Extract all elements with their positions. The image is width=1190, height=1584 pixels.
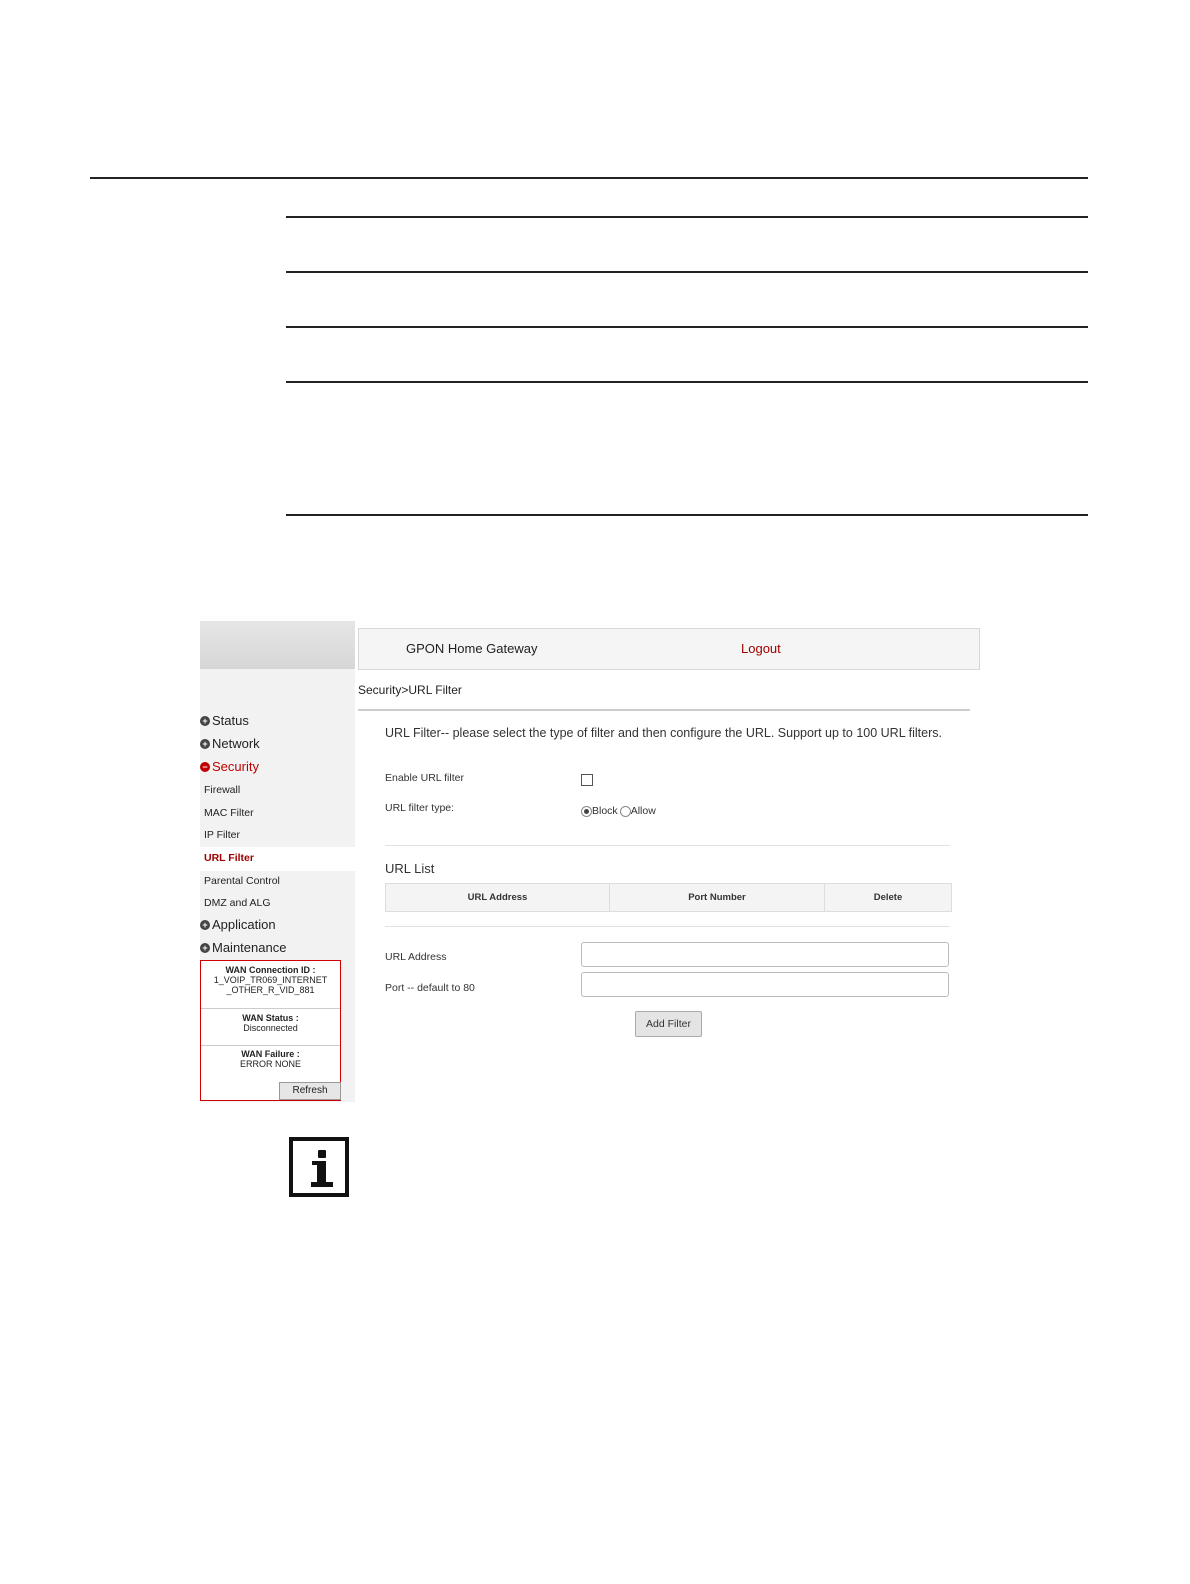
add-filter-button[interactable]: Add Filter — [635, 1011, 702, 1037]
url-filter-type-label: URL filter type: — [385, 802, 455, 814]
sidebar-sub-firewall[interactable]: Firewall — [204, 784, 240, 796]
block-radio-label: Block — [592, 805, 618, 817]
breadcrumb: Security>URL Filter — [358, 683, 462, 697]
column-header-port-number: Port Number — [610, 884, 825, 911]
block-radio[interactable] — [581, 805, 592, 817]
app-header: GPON Home Gateway Logout — [358, 628, 980, 670]
sidebar-header — [200, 621, 355, 669]
allow-radio-label: Allow — [630, 805, 656, 817]
sidebar-item-label: Maintenance — [212, 940, 287, 955]
sidebar-item-maintenance[interactable]: + Maintenance — [200, 940, 286, 955]
url-address-label: URL Address — [385, 951, 447, 963]
sidebar-sub-mac-filter[interactable]: MAC Filter — [204, 807, 254, 819]
sidebar-item-label: Application — [212, 917, 276, 932]
url-list-table-header: URL Address Port Number Delete — [385, 883, 952, 912]
app-title: GPON Home Gateway — [406, 641, 538, 656]
enable-url-filter-checkbox[interactable] — [581, 774, 593, 786]
plus-icon: + — [200, 738, 210, 749]
table-rule-3 — [286, 326, 1088, 328]
wan-failure: WAN Failure : ERROR NONE — [201, 1049, 340, 1069]
sidebar-sub-url-filter[interactable]: URL Filter — [204, 852, 254, 864]
wan-connection-id-label: WAN Connection ID : — [225, 965, 316, 975]
router-screenshot: + Status + Network − Security Firewall M… — [200, 621, 980, 1102]
section-divider — [385, 926, 950, 927]
sidebar: + Status + Network − Security Firewall M… — [200, 621, 355, 1102]
table-rule-2 — [286, 271, 1088, 273]
url-address-input[interactable] — [581, 942, 949, 967]
column-header-delete: Delete — [873, 892, 903, 903]
allow-radio[interactable] — [619, 805, 631, 817]
url-list-title: URL List — [385, 861, 435, 876]
enable-url-filter-label: Enable URL filter — [385, 772, 464, 784]
wan-status-label: WAN Status : — [242, 1013, 299, 1023]
table-rule-1 — [286, 216, 1088, 218]
info-icon-stem — [317, 1161, 326, 1183]
plus-icon: + — [200, 715, 210, 726]
info-icon-dot — [318, 1150, 326, 1158]
breadcrumb-divider — [358, 709, 970, 711]
sidebar-sub-ip-filter[interactable]: IP Filter — [204, 829, 240, 841]
minus-icon: − — [200, 761, 210, 772]
sidebar-item-label: Network — [212, 736, 260, 751]
plus-icon: + — [200, 942, 210, 953]
plus-icon: + — [200, 919, 210, 930]
wan-failure-value: ERROR NONE — [239, 1059, 301, 1069]
wan-connection-id: WAN Connection ID : 1_VOIP_TR069_INTERNE… — [201, 965, 340, 995]
sidebar-item-label: Status — [212, 713, 249, 728]
sidebar-item-security[interactable]: − Security — [200, 759, 259, 774]
port-input[interactable] — [581, 972, 949, 997]
table-rule-4 — [286, 381, 1088, 383]
port-label: Port -- default to 80 — [385, 982, 475, 994]
info-icon-base — [311, 1182, 333, 1187]
sidebar-item-status[interactable]: + Status — [200, 713, 249, 728]
wan-status-panel: WAN Connection ID : 1_VOIP_TR069_INTERNE… — [200, 960, 341, 1101]
sidebar-item-label: Security — [212, 759, 259, 774]
refresh-button[interactable]: Refresh — [279, 1082, 341, 1100]
section-divider — [385, 845, 950, 846]
sidebar-sub-dmz-alg[interactable]: DMZ and ALG — [204, 897, 271, 909]
table-rule-5 — [286, 514, 1088, 516]
sidebar-item-application[interactable]: + Application — [200, 917, 276, 932]
info-icon — [289, 1137, 349, 1197]
page-description: URL Filter-- please select the type of f… — [385, 726, 942, 740]
sidebar-item-network[interactable]: + Network — [200, 736, 260, 751]
wan-connection-id-value-1: 1_VOIP_TR069_INTERNET — [213, 975, 328, 985]
wan-status-value: Disconnected — [243, 1023, 298, 1033]
divider — [201, 1008, 340, 1009]
divider — [201, 1045, 340, 1046]
column-header-url-address: URL Address — [386, 884, 610, 911]
logout-link[interactable]: Logout — [741, 641, 781, 656]
wan-connection-id-value-2: _OTHER_R_VID_881 — [226, 985, 315, 995]
wan-status: WAN Status : Disconnected — [201, 1013, 340, 1033]
url-filter-type-group: Block Allow — [581, 805, 656, 817]
wan-failure-label: WAN Failure : — [241, 1049, 300, 1059]
sidebar-sub-parental-control[interactable]: Parental Control — [204, 875, 280, 887]
top-rule — [90, 177, 1088, 179]
